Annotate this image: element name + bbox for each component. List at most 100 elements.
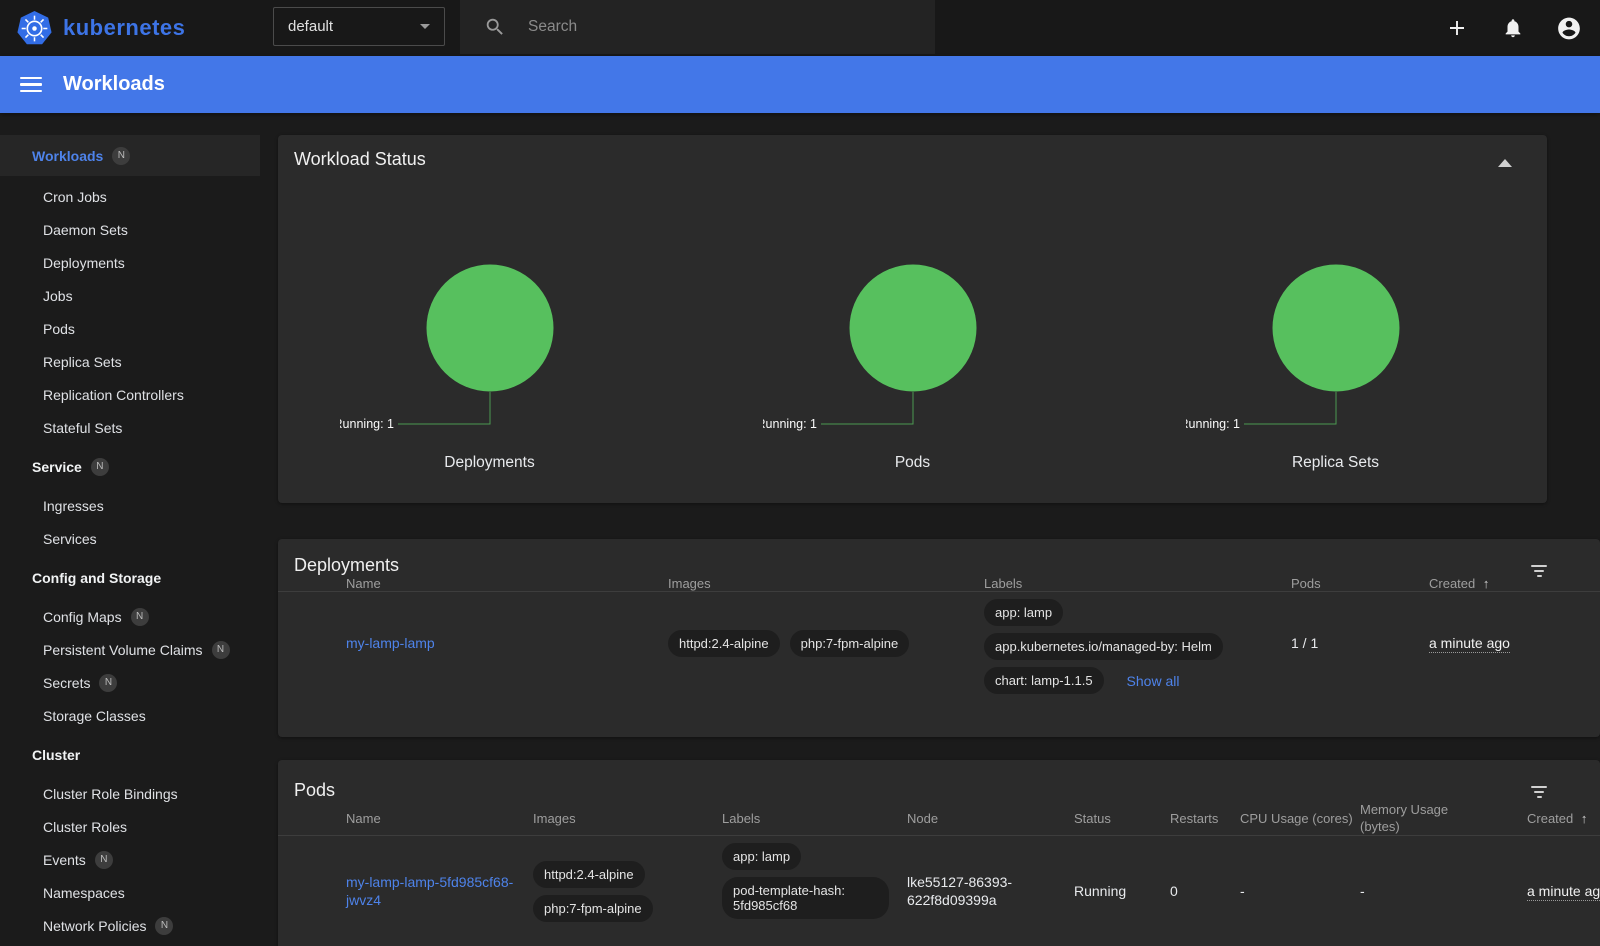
column-images: Images (525, 811, 714, 826)
sidebar-item-events[interactable]: Events N (0, 843, 260, 876)
column-labels: Labels (714, 811, 899, 826)
notifications-bell-icon (1502, 17, 1524, 39)
new-badge: N (131, 608, 149, 626)
column-created[interactable]: Created ↑ (1519, 811, 1600, 826)
pods-pie-chart: Running: 1 Pods (701, 264, 1124, 472)
column-pods: Pods (1283, 576, 1421, 591)
deployments-table-row[interactable]: my-lamp-lamp httpd:2.4-alpine php:7-fpm-… (278, 592, 1600, 694)
account-button[interactable] (1556, 15, 1582, 41)
sidebar-item-deployments[interactable]: Deployments (0, 246, 260, 279)
pod-created[interactable]: a minute ago (1527, 883, 1600, 901)
pie-legend-label: Running: 1 (1186, 417, 1240, 431)
pie-caption: Deployments (444, 454, 534, 472)
search-bar (460, 0, 935, 54)
pod-images: httpd:2.4-alpine php:7-fpm-alpine (525, 861, 714, 922)
deployment-images: httpd:2.4-alpine php:7-fpm-alpine (660, 630, 976, 657)
column-created[interactable]: Created ↑ (1421, 576, 1600, 591)
filter-list-icon[interactable] (1530, 786, 1548, 801)
deployment-created[interactable]: a minute ago (1429, 635, 1510, 653)
sidebar-item-jobs[interactable]: Jobs (0, 279, 260, 312)
pod-name-link[interactable]: my-lamp-lamp-5fd985cf68-jwvz4 (346, 873, 515, 909)
search-icon (484, 16, 506, 38)
pie-caption: Pods (895, 454, 930, 472)
sidebar-item-replication-controllers[interactable]: Replication Controllers (0, 378, 260, 411)
deployments-card: Deployments Name Images Labels Pods Crea… (278, 539, 1600, 737)
collapse-card-button[interactable] (1497, 157, 1513, 169)
add-icon (1447, 18, 1467, 38)
chevron-down-icon (420, 24, 430, 29)
deployments-pie-chart: Running: 1 Deployments (278, 264, 701, 472)
toolbar: Workloads (0, 56, 1600, 113)
kubernetes-brand[interactable]: kubernetes (0, 10, 185, 47)
sort-ascending-arrow: ↑ (1581, 811, 1588, 826)
menu-hamburger-icon[interactable] (20, 73, 42, 97)
namespace-selector[interactable]: default (273, 7, 445, 46)
sidebar-item-cluster-roles[interactable]: Cluster Roles (0, 810, 260, 843)
sidebar-item-cron-jobs[interactable]: Cron Jobs (0, 180, 260, 213)
workload-status-card: Workload Status Running: 1 Deployments (278, 135, 1547, 503)
pods-table-header: Name Images Labels Node Status Restarts … (278, 801, 1600, 836)
kubernetes-logo (16, 10, 53, 47)
sidebar-section-service[interactable]: Service N (0, 450, 260, 483)
deployment-labels: app: lamp app.kubernetes.io/managed-by: … (976, 599, 1283, 694)
pod-node: lke55127-86393-622f8d09399a (899, 873, 1059, 909)
main-content: Workload Status Running: 1 Deployments (260, 113, 1600, 946)
sidebar-item-stateful-sets[interactable]: Stateful Sets (0, 411, 260, 444)
column-node: Node (899, 811, 1066, 826)
show-all-link[interactable]: Show all (1127, 673, 1180, 689)
sidebar-item-network-policies[interactable]: Network Policies N (0, 909, 260, 942)
sidebar-item-namespaces[interactable]: Namespaces (0, 876, 260, 909)
sidebar-item-replica-sets[interactable]: Replica Sets (0, 345, 260, 378)
deployment-name-link[interactable]: my-lamp-lamp (346, 634, 518, 652)
page-title: Workloads (63, 73, 165, 96)
pods-card: Pods Name Images Labels Node Status Rest… (278, 760, 1600, 946)
new-badge: N (212, 641, 230, 659)
new-badge: N (155, 917, 173, 935)
new-badge: N (112, 147, 130, 165)
sort-ascending-arrow: ↑ (1483, 576, 1490, 591)
column-memory-usage: Memory Usage (bytes) (1352, 801, 1470, 835)
label-chip: app.kubernetes.io/managed-by: Helm (984, 633, 1223, 660)
sidebar-item-services[interactable]: Services (0, 522, 260, 555)
sidebar: Workloads N Cron Jobs Daemon Sets Deploy… (0, 113, 260, 946)
pie-legend-label: Running: 1 (340, 417, 394, 431)
sidebar-item-workloads[interactable]: Workloads N (0, 135, 260, 176)
collapse-up-icon (1498, 159, 1512, 167)
add-button[interactable] (1444, 15, 1470, 41)
image-chip: php:7-fpm-alpine (790, 630, 910, 657)
column-restarts: Restarts (1162, 811, 1232, 826)
workload-status-charts: Running: 1 Deployments Running: 1 Pods (278, 264, 1547, 472)
column-name[interactable]: Name (338, 576, 660, 591)
sidebar-item-storage-classes[interactable]: Storage Classes (0, 699, 260, 732)
pie-caption: Replica Sets (1292, 454, 1379, 472)
column-name[interactable]: Name (338, 811, 525, 826)
column-images: Images (660, 576, 976, 591)
sidebar-section-cluster[interactable]: Cluster (0, 738, 260, 771)
app-header: kubernetes default (0, 0, 1600, 56)
search-input[interactable] (528, 18, 888, 36)
label-chip: chart: lamp-1.1.5 (984, 667, 1104, 694)
pods-table-row[interactable]: my-lamp-lamp-5fd985cf68-jwvz4 httpd:2.4-… (278, 836, 1600, 946)
sidebar-item-persistent-volume-claims[interactable]: Persistent Volume Claims N (0, 633, 260, 666)
sidebar-item-config-maps[interactable]: Config Maps N (0, 600, 260, 633)
sidebar-item-ingresses[interactable]: Ingresses (0, 489, 260, 522)
filter-list-icon[interactable] (1530, 565, 1548, 580)
namespace-value: default (288, 18, 333, 35)
column-status: Status (1066, 811, 1162, 826)
pod-cpu-usage: - (1232, 883, 1352, 899)
sidebar-item-cluster-role-bindings[interactable]: Cluster Role Bindings (0, 777, 260, 810)
sidebar-section-config-and-storage[interactable]: Config and Storage (0, 561, 260, 594)
notifications-button[interactable] (1500, 15, 1526, 41)
pod-restarts: 0 (1162, 883, 1232, 899)
new-badge: N (99, 674, 117, 692)
sidebar-item-daemon-sets[interactable]: Daemon Sets (0, 213, 260, 246)
new-badge: N (95, 851, 113, 869)
label-chip: app: lamp (984, 599, 1063, 626)
header-actions (1444, 0, 1582, 56)
image-chip: php:7-fpm-alpine (533, 895, 653, 922)
replica-sets-pie-chart: Running: 1 Replica Sets (1124, 264, 1547, 472)
sidebar-item-secrets[interactable]: Secrets N (0, 666, 260, 699)
image-chip: httpd:2.4-alpine (533, 861, 645, 888)
label-chip: pod-template-hash: 5fd985cf68 (722, 877, 889, 919)
sidebar-item-pods[interactable]: Pods (0, 312, 260, 345)
